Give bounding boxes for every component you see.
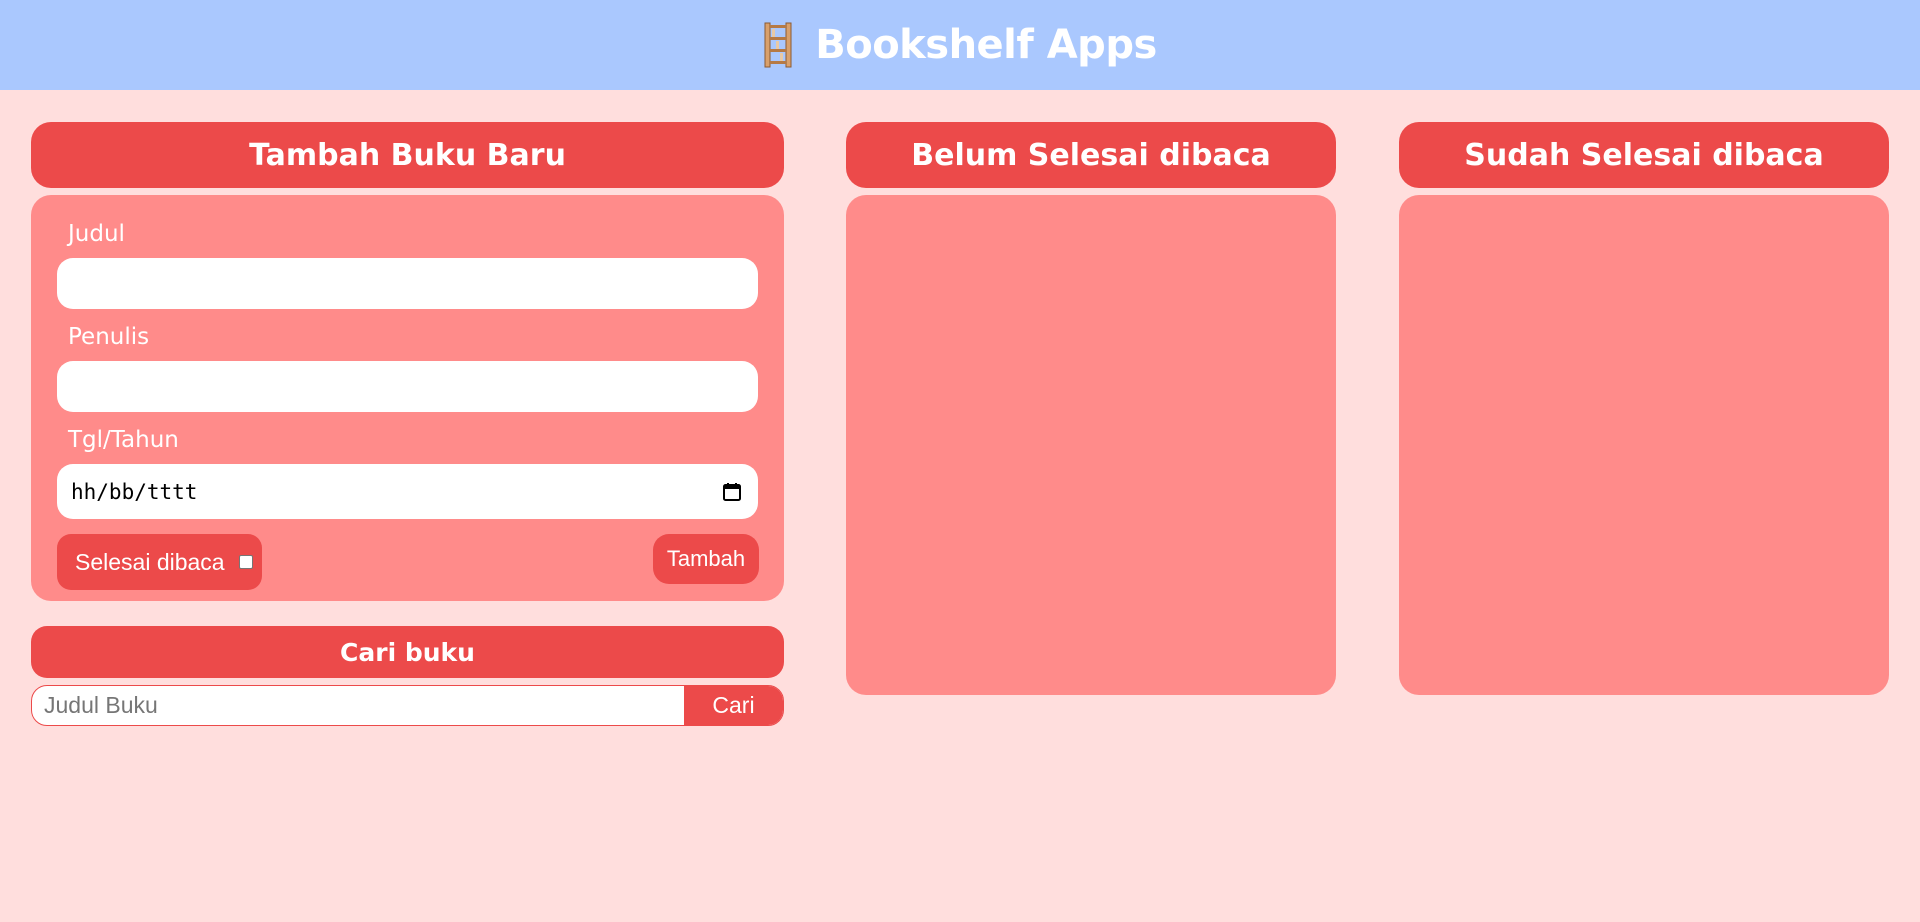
add-book-heading: Tambah Buku Baru (31, 122, 784, 188)
app-header: Bookshelf Apps (0, 0, 1920, 90)
read-shelf-heading: Sudah Selesai dibaca (1399, 122, 1889, 188)
read-shelf-list (1399, 195, 1889, 695)
add-book-form: Judul Penulis Tgl/Tahun hh/bb/tttt Seles… (31, 195, 784, 601)
title-input[interactable] (57, 258, 758, 309)
author-label: Penulis (68, 324, 150, 350)
date-input[interactable]: hh/bb/tttt (57, 464, 758, 519)
finished-reading-checkbox[interactable] (238, 555, 253, 569)
app-title: Bookshelf Apps (815, 22, 1157, 68)
date-placeholder: hh/bb/tttt (71, 479, 198, 504)
search-bar: Judul Buku Cari (31, 685, 784, 726)
search-heading: Cari buku (31, 626, 784, 678)
bookshelf-icon (763, 21, 793, 69)
title-label: Judul (68, 221, 125, 247)
finished-reading-toggle[interactable]: Selesai dibaca (57, 534, 262, 590)
search-button[interactable]: Cari (684, 686, 783, 725)
author-input[interactable] (57, 361, 758, 412)
search-input[interactable]: Judul Buku (32, 686, 684, 725)
unread-shelf-list (846, 195, 1336, 695)
unread-shelf-heading: Belum Selesai dibaca (846, 122, 1336, 188)
calendar-icon[interactable] (722, 482, 742, 502)
finished-reading-label: Selesai dibaca (75, 548, 225, 575)
add-book-button[interactable]: Tambah (653, 534, 759, 584)
date-label: Tgl/Tahun (68, 427, 179, 453)
